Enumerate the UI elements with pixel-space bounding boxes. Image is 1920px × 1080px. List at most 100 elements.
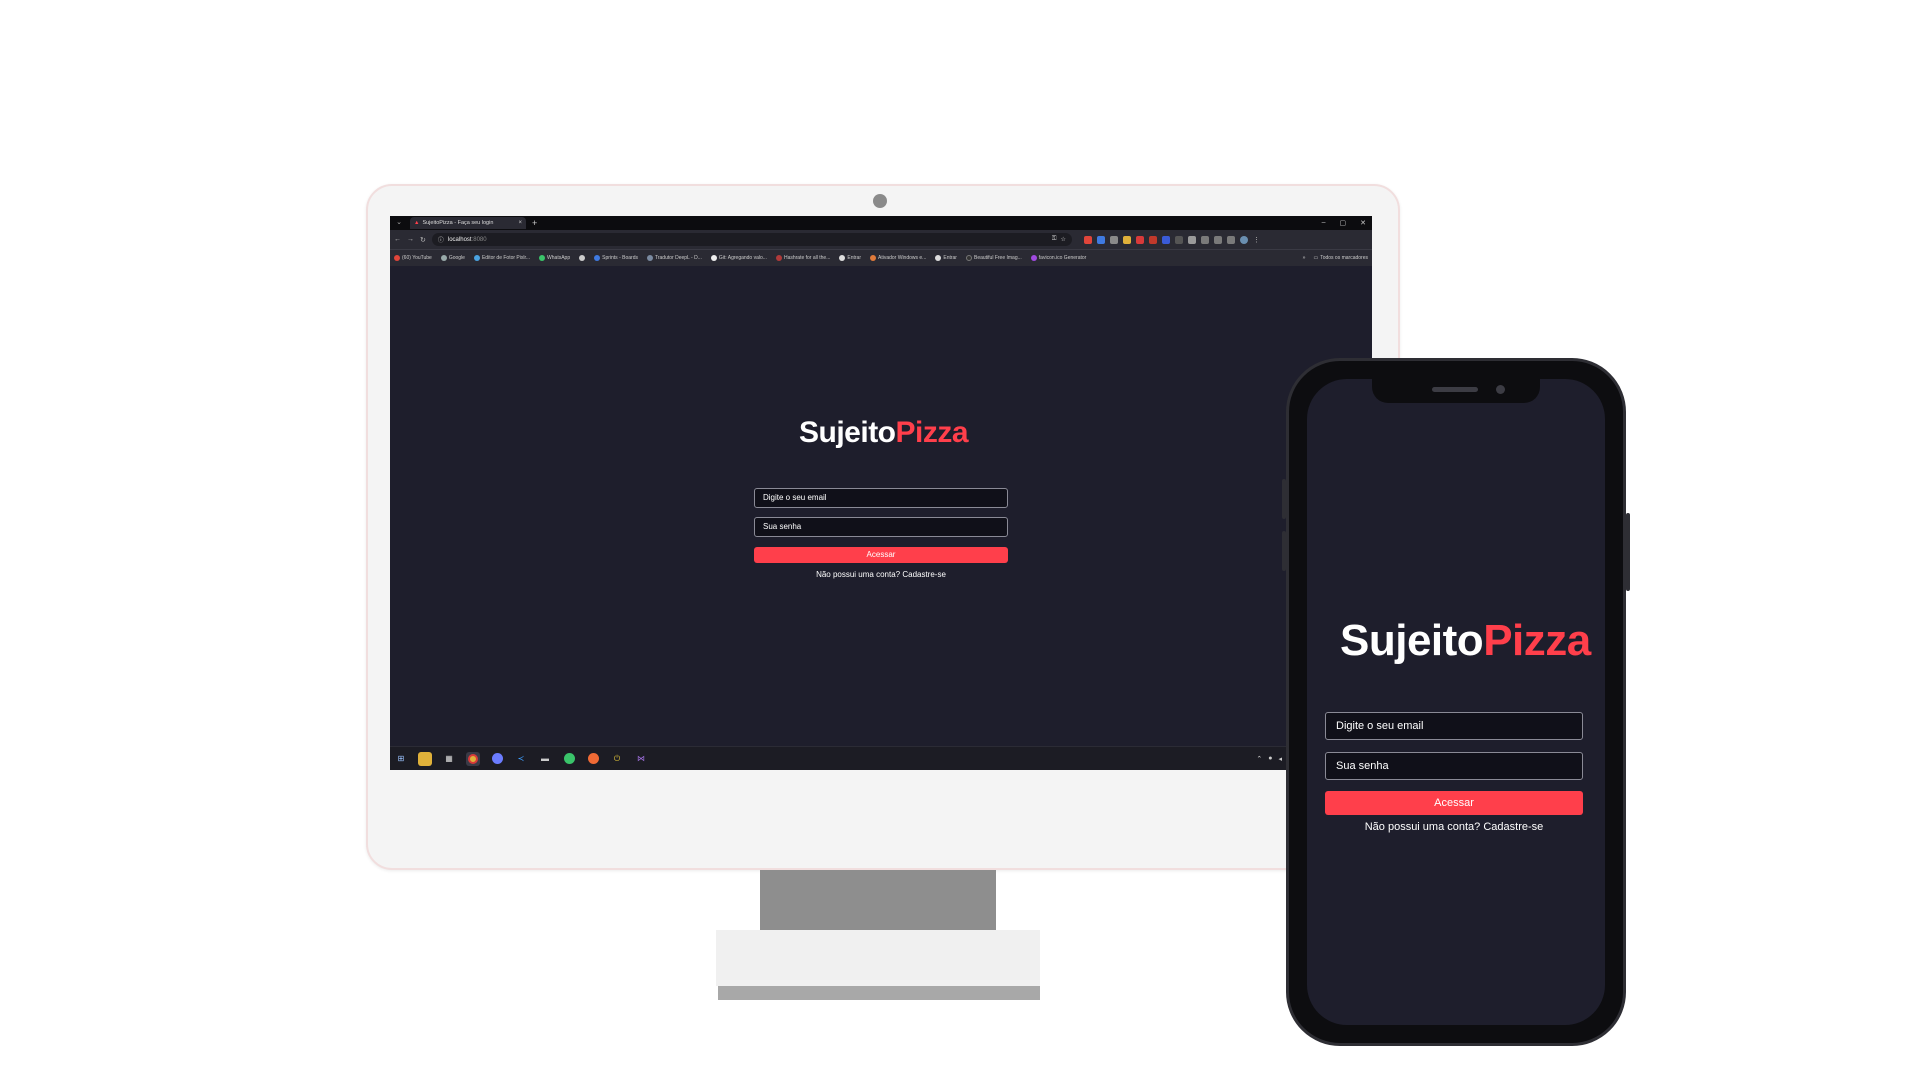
github-icon bbox=[839, 255, 846, 261]
bookmarks-more-button[interactable]: » bbox=[1303, 255, 1306, 261]
email-field[interactable]: Digite o seu email bbox=[754, 488, 1008, 508]
minimize-button[interactable]: – bbox=[1322, 219, 1326, 227]
google-icon bbox=[440, 255, 447, 261]
monitor-screen: ⌄ ▲ SujeitoPizza - Faça seu login × + – … bbox=[390, 216, 1372, 770]
new-tab-button[interactable]: + bbox=[532, 218, 537, 228]
bookmark-item[interactable]: Git: Agregando valo... bbox=[710, 255, 767, 261]
reload-icon[interactable]: ↻ bbox=[420, 236, 426, 244]
close-window-button[interactable]: ✕ bbox=[1360, 219, 1366, 227]
file-explorer-icon[interactable] bbox=[418, 751, 432, 766]
extension-icon[interactable] bbox=[1109, 235, 1118, 244]
terminal-icon[interactable]: ▬ bbox=[538, 752, 552, 766]
phone-power-button bbox=[1626, 513, 1630, 591]
volume-icon[interactable]: ◂ bbox=[1278, 755, 1282, 763]
folder-icon: ▭ bbox=[1313, 255, 1319, 261]
whatsapp-icon bbox=[539, 255, 546, 261]
tab-close-icon[interactable]: × bbox=[518, 220, 522, 226]
extension-icon[interactable] bbox=[1135, 235, 1144, 244]
monitor-stand-base bbox=[716, 930, 1040, 986]
discord-icon[interactable] bbox=[490, 752, 504, 766]
maximize-button[interactable]: ▢ bbox=[1340, 219, 1347, 227]
browser-tab[interactable]: ▲ SujeitoPizza - Faça seu login × bbox=[410, 217, 526, 229]
microphone-icon[interactable]: ● bbox=[1268, 755, 1272, 763]
bookmark-item[interactable]: Entrar bbox=[935, 255, 957, 261]
bookmark-item[interactable] bbox=[579, 255, 586, 261]
login-page: SujeitoPizza Digite o seu email Sua senh… bbox=[390, 266, 1372, 746]
app-logo: SujeitoPizza bbox=[799, 416, 969, 449]
login-button[interactable]: Acessar bbox=[754, 547, 1008, 563]
power-icon[interactable]: ⏻ bbox=[610, 752, 624, 766]
email-field[interactable]: Digite o seu email bbox=[1325, 712, 1583, 740]
extension-icon[interactable] bbox=[1083, 235, 1092, 244]
back-icon[interactable]: ← bbox=[394, 236, 401, 243]
phone-speaker bbox=[1432, 387, 1478, 392]
monitor-stand-neck bbox=[760, 870, 996, 930]
forward-icon[interactable]: → bbox=[407, 236, 414, 243]
bookmark-item[interactable]: WhatsApp bbox=[539, 255, 570, 261]
password-key-icon[interactable]: ⚿ bbox=[1052, 236, 1057, 243]
extension-icon[interactable] bbox=[1174, 235, 1183, 244]
extension-icon[interactable] bbox=[1122, 235, 1131, 244]
bookmark-item[interactable]: Ativador Windows e... bbox=[870, 255, 926, 261]
bookmarks-end: » ▭ Todos os marcadores bbox=[1303, 255, 1368, 261]
bookmark-item[interactable]: (60) YouTube bbox=[394, 255, 432, 261]
bookmark-item[interactable]: favicon.ico Generator bbox=[1030, 255, 1086, 261]
puzzle-icon[interactable] bbox=[1200, 235, 1209, 244]
favicon-generator-icon bbox=[1030, 255, 1037, 261]
phone-volume-up-button bbox=[1282, 479, 1286, 519]
all-bookmarks-folder[interactable]: ▭ Todos os marcadores bbox=[1313, 255, 1368, 261]
visual-studio-icon[interactable]: ⋈ bbox=[634, 752, 648, 766]
monitor-camera bbox=[873, 194, 887, 208]
password-field[interactable]: Sua senha bbox=[1325, 752, 1583, 780]
tray-chevron-icon[interactable]: ⌃ bbox=[1256, 755, 1262, 763]
menu-kebab-icon[interactable]: ⋮ bbox=[1253, 236, 1260, 244]
calendar-icon[interactable]: ▦ bbox=[442, 752, 456, 766]
blogger-icon bbox=[870, 255, 876, 261]
signup-link[interactable]: Não possui uma conta? Cadastre-se bbox=[754, 570, 1008, 579]
bookmark-item[interactable]: Beautiful Free Imag... bbox=[965, 255, 1022, 261]
whatsapp-icon[interactable] bbox=[562, 752, 576, 766]
pixlr-icon bbox=[473, 255, 480, 261]
phone-notch bbox=[1372, 379, 1540, 403]
bookmark-item[interactable]: Tradutor DeepL - D... bbox=[646, 255, 702, 261]
media-icon[interactable] bbox=[1213, 235, 1222, 244]
url-host: localhost bbox=[447, 236, 472, 243]
password-field[interactable]: Sua senha bbox=[754, 517, 1008, 537]
bookmark-item[interactable]: Sprints - Boards bbox=[594, 255, 638, 261]
extension-icon[interactable] bbox=[1096, 235, 1105, 244]
address-bar[interactable]: ⓘ localhost:8080 ⚿ ☆ bbox=[431, 233, 1072, 246]
login-button[interactable]: Acessar bbox=[1325, 791, 1583, 815]
bookmark-item[interactable]: Google bbox=[440, 255, 465, 261]
site-info-icon[interactable]: ⓘ bbox=[438, 235, 444, 244]
bookmark-item[interactable]: Editor de Fotor Pixlr... bbox=[473, 255, 530, 261]
vscode-icon[interactable]: ≺ bbox=[514, 752, 528, 766]
avatar[interactable] bbox=[1239, 235, 1248, 244]
git-icon bbox=[710, 255, 717, 261]
bookmark-item[interactable]: Entrar bbox=[839, 255, 861, 261]
postman-icon[interactable] bbox=[586, 752, 600, 766]
tab-favicon-icon: ▲ bbox=[414, 220, 420, 226]
bookmark-star-icon[interactable]: ☆ bbox=[1060, 236, 1065, 243]
windows-taskbar: ⊞ ▦ ≺ ▬ ⏻ ⋈ ⌃ ● ◂ bbox=[390, 746, 1372, 770]
hashrate-icon bbox=[775, 255, 782, 261]
windows-start-icon[interactable]: ⊞ bbox=[394, 752, 408, 766]
youtube-icon bbox=[394, 255, 400, 261]
tab-title: SujeitoPizza - Faça seu login bbox=[422, 220, 494, 226]
tab-search-icon[interactable]: ⌄ bbox=[394, 218, 404, 228]
github-icon bbox=[935, 255, 942, 261]
chrome-icon[interactable] bbox=[466, 751, 480, 766]
monitor-stand-foot bbox=[718, 986, 1040, 1000]
mobile-phone: SujeitoPizza Digite o seu email Sua senh… bbox=[1282, 358, 1630, 1046]
url-port: :8080 bbox=[471, 236, 487, 243]
download-icon[interactable] bbox=[1226, 235, 1235, 244]
app-logo: SujeitoPizza bbox=[1340, 616, 1591, 665]
bookmark-item[interactable]: Hashrate for all the... bbox=[775, 255, 830, 261]
desktop-monitor: ⌄ ▲ SujeitoPizza - Faça seu login × + – … bbox=[366, 184, 1400, 870]
signup-link[interactable]: Não possui uma conta? Cadastre-se bbox=[1325, 821, 1583, 833]
phone-camera bbox=[1496, 385, 1505, 394]
globe-icon bbox=[579, 255, 586, 261]
pen-icon[interactable] bbox=[1187, 235, 1196, 244]
browser-toolbar: ← → ↻ ⓘ localhost:8080 ⚿ ☆ ⋮ bbox=[390, 230, 1372, 249]
extension-icon[interactable] bbox=[1161, 235, 1170, 244]
extension-icon[interactable] bbox=[1148, 235, 1157, 244]
